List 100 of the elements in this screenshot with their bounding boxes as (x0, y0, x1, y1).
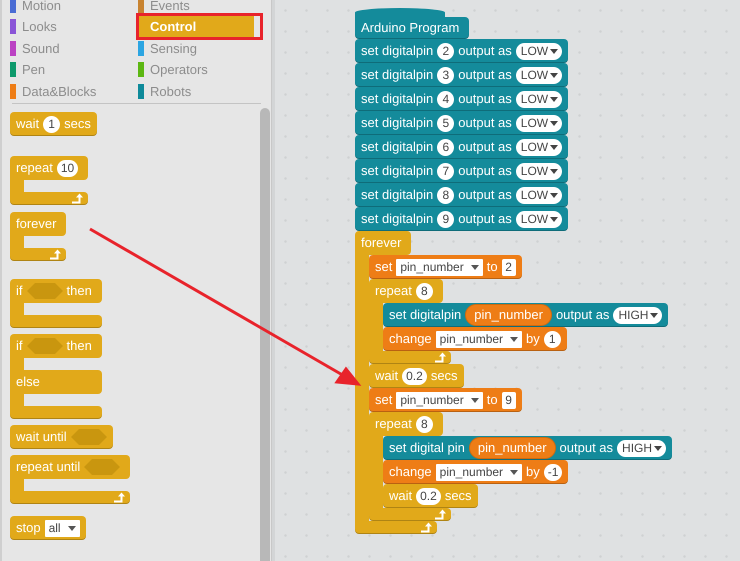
block-label: output as (458, 114, 512, 132)
command-block[interactable]: set digitalpin 3 output as LOW (355, 63, 568, 87)
caret-icon (550, 120, 558, 126)
block-label: repeat (16, 159, 53, 178)
command-block[interactable]: set digitalpin 2 output as LOW (355, 39, 568, 63)
block-label: if (16, 337, 22, 356)
loop-arrow-icon (434, 509, 447, 520)
number-input[interactable]: 3 (437, 66, 454, 84)
value-field[interactable]: 2 (502, 258, 516, 276)
block-label: if (16, 282, 22, 300)
number-input[interactable]: 8 (416, 282, 433, 300)
dropdown-menu[interactable]: pin_number (396, 258, 483, 276)
c-block-header[interactable]: repeat 8 (369, 279, 443, 303)
boolean-slot[interactable] (70, 429, 107, 445)
block-label: output as (458, 90, 512, 108)
loop-arrow-icon (49, 249, 62, 260)
number-input[interactable]: 5 (437, 114, 454, 132)
c-block-header[interactable]: repeat 8 (369, 412, 443, 436)
block-label: set digitalpin (361, 210, 434, 228)
command-block[interactable]: set digitalpin 8 output as LOW (355, 183, 568, 207)
block-label: secs (444, 487, 472, 506)
block-label: repeat (375, 415, 412, 434)
scrollbar[interactable] (260, 108, 270, 561)
dropdown-menu[interactable]: pin_number (436, 330, 522, 348)
block-label: wait until (16, 428, 67, 446)
boolean-slot[interactable] (26, 283, 62, 299)
block-label: stop (16, 519, 41, 538)
block-label: Arduino Program (361, 19, 460, 38)
block-label: set digitalpin (361, 90, 434, 108)
block-label: wait (375, 367, 398, 386)
caret-icon (550, 48, 558, 54)
caret-icon (550, 168, 558, 174)
dropdown-menu[interactable]: LOW (516, 210, 562, 228)
value-field[interactable]: 9 (502, 392, 516, 408)
block-label: output as (458, 66, 512, 84)
dropdown-menu[interactable]: pin_number (396, 392, 483, 408)
block-label: set (375, 391, 392, 410)
number-input[interactable]: -1 (544, 464, 562, 480)
dropdown-menu[interactable]: LOW (516, 42, 562, 60)
block-label: set digital pin (389, 439, 465, 458)
block-label: set digitalpin (361, 162, 434, 180)
block-label: change (389, 463, 432, 482)
block-label: repeat (375, 282, 412, 300)
number-input[interactable]: 7 (437, 162, 454, 180)
loop-arrow-icon (113, 492, 126, 503)
caret-icon (550, 96, 558, 102)
number-input[interactable]: 9 (437, 210, 454, 228)
number-input[interactable]: 10 (56, 160, 78, 176)
dropdown-menu[interactable]: LOW (516, 90, 562, 108)
block-label: set digitalpin (361, 138, 434, 156)
command-block[interactable]: set digital pin pin_number output as HIGH (383, 436, 672, 460)
block-label: change (389, 330, 432, 348)
number-input[interactable]: 4 (437, 90, 454, 108)
block-label: set digitalpin (361, 42, 434, 60)
dropdown-menu[interactable]: LOW (516, 186, 562, 204)
number-input[interactable]: 2 (437, 42, 454, 60)
command-block[interactable]: set pin_number to 9 (369, 388, 522, 412)
block-label: repeat until (16, 458, 80, 476)
command-block[interactable]: set digitalpin 6 output as LOW (355, 135, 568, 159)
number-input[interactable]: 0.2 (416, 488, 441, 504)
command-block[interactable]: change pin_number by 1 (383, 327, 567, 351)
command-block[interactable]: set digitalpin 7 output as LOW (355, 159, 568, 183)
dropdown-menu[interactable]: all (44, 520, 80, 536)
block-label: then (66, 282, 92, 300)
dropdown-menu[interactable]: HIGH (613, 306, 662, 324)
command-block[interactable]: set digitalpin pin_number output as HIGH (383, 303, 668, 327)
block-label: output as (458, 42, 512, 60)
command-block[interactable]: set digitalpin 4 output as LOW (355, 87, 568, 111)
dropdown-menu[interactable]: pin_number (436, 464, 522, 480)
command-block[interactable]: set digitalpin 9 output as LOW (355, 207, 568, 231)
command-block[interactable]: stop all (10, 516, 86, 540)
number-input[interactable]: 6 (437, 138, 454, 156)
command-block[interactable]: wait 0.2 secs (369, 364, 464, 388)
command-block[interactable]: wait 1 secs (10, 112, 97, 136)
number-input[interactable]: 8 (437, 186, 454, 204)
number-input[interactable]: 1 (544, 330, 561, 348)
loop-arrow-icon (434, 352, 447, 363)
caret-icon (510, 470, 518, 474)
caret-icon (654, 446, 662, 450)
number-input[interactable]: 8 (416, 416, 433, 432)
caret-icon (68, 526, 76, 530)
dropdown-menu[interactable]: LOW (516, 114, 562, 132)
dropdown-menu[interactable]: HIGH (617, 440, 666, 456)
boolean-slot[interactable] (26, 338, 62, 354)
block-label: output as (556, 306, 610, 324)
c-block-header[interactable]: repeat 10 (10, 156, 88, 180)
dropdown-menu[interactable]: LOW (516, 162, 562, 180)
number-input[interactable]: 0.2 (402, 368, 427, 384)
dropdown-menu[interactable]: LOW (516, 66, 562, 84)
number-input[interactable]: 1 (43, 116, 60, 132)
dropdown-menu[interactable]: LOW (516, 138, 562, 156)
block-label: output as (458, 186, 512, 204)
command-block[interactable]: change pin_number by -1 (383, 460, 568, 484)
command-block[interactable]: wait 0.2 secs (383, 484, 478, 508)
boolean-slot[interactable] (84, 459, 120, 475)
block-label: forever (361, 234, 402, 252)
command-block[interactable]: set pin_number to 2 (369, 255, 522, 279)
command-block[interactable]: set digitalpin 5 output as LOW (355, 111, 568, 135)
block-label: else (16, 373, 40, 392)
block-label: to (486, 258, 498, 276)
